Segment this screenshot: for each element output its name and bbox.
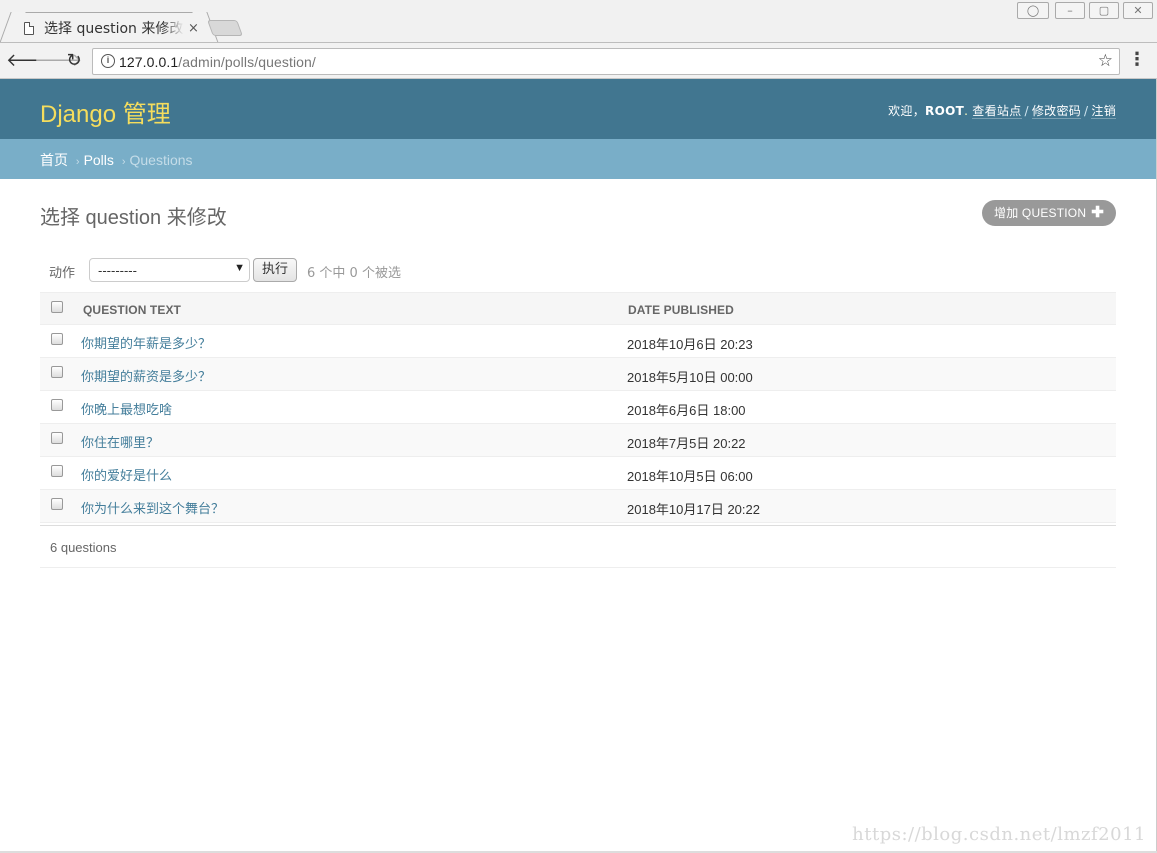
table-row: 你晚上最想吃啥 2018年6月6日 18:00 bbox=[40, 391, 1116, 424]
column-header-question-text[interactable]: QUESTION TEXT bbox=[83, 303, 181, 317]
view-site-link[interactable]: 查看站点 bbox=[972, 104, 1022, 119]
username: ROOT bbox=[925, 104, 965, 118]
go-button[interactable]: 执行 bbox=[253, 258, 297, 282]
breadcrumb-separator: › bbox=[121, 156, 126, 168]
add-question-label: 增加 QUESTION bbox=[994, 206, 1087, 220]
back-arrow-icon[interactable]: 🡐 bbox=[6, 49, 54, 73]
plus-icon: ✚ bbox=[1091, 204, 1104, 221]
tab-strip: 选择 question 来修改 × ◯ – ▢ ✕ bbox=[0, 0, 1157, 42]
row-checkbox[interactable] bbox=[51, 333, 63, 345]
actions-bar: 动作 --------- ▼ 执行 6 个中 0 个被选 bbox=[40, 257, 1116, 285]
question-link[interactable]: 你期望的年薪是多少？ bbox=[81, 333, 211, 352]
breadcrumb-current: Questions bbox=[129, 152, 193, 168]
browser-toolbar: 🡐 🡒 ↻ i 127.0.0.1/admin/polls/question/ … bbox=[0, 42, 1157, 79]
tab-close-icon[interactable]: × bbox=[188, 21, 199, 36]
date-published: 2018年6月6日 18:00 bbox=[627, 403, 746, 418]
paginator: 6 questions bbox=[40, 525, 1116, 568]
table-row: 你期望的薪资是多少？ 2018年5月10日 00:00 bbox=[40, 358, 1116, 391]
date-published: 2018年10月6日 20:23 bbox=[627, 337, 753, 352]
date-published: 2018年7月5日 20:22 bbox=[627, 436, 746, 451]
table-header: QUESTION TEXT DATE PUBLISHED bbox=[40, 292, 1116, 325]
admin-page: Django 管理 欢迎，ROOT. 查看站点 / 修改密码 / 注销 首页 › Poll… bbox=[0, 79, 1157, 853]
separator: / bbox=[1024, 104, 1029, 118]
url-text: 127.0.0.1/admin/polls/question/ bbox=[119, 54, 316, 70]
date-published: 2018年5月10日 00:00 bbox=[627, 370, 753, 385]
breadcrumb-separator: › bbox=[75, 156, 80, 168]
add-question-button[interactable]: 增加 QUESTION ✚ bbox=[982, 200, 1116, 226]
logout-link[interactable]: 注销 bbox=[1091, 104, 1116, 119]
actions-label: 动作 bbox=[49, 266, 76, 281]
browser-chrome: 选择 question 来修改 × ◯ – ▢ ✕ 🡐 🡒 ↻ i 127.0.… bbox=[0, 0, 1157, 79]
results-table: QUESTION TEXT DATE PUBLISHED 你期望的年薪是多少？ … bbox=[40, 292, 1116, 523]
address-bar[interactable]: i 127.0.0.1/admin/polls/question/ ☆ bbox=[92, 48, 1120, 75]
row-checkbox[interactable] bbox=[51, 366, 63, 378]
select-all-checkbox[interactable] bbox=[51, 301, 63, 313]
welcome-text: 欢迎， bbox=[888, 104, 926, 118]
forward-arrow-icon[interactable]: 🡒 bbox=[34, 49, 82, 73]
column-header-date-published[interactable]: DATE PUBLISHED bbox=[628, 303, 734, 317]
tab-title: 选择 question 来修改 bbox=[44, 21, 184, 37]
table-row: 你期望的年薪是多少？ 2018年10月6日 20:23 bbox=[40, 325, 1116, 358]
site-branding[interactable]: Django 管理 bbox=[40, 94, 171, 129]
page-icon bbox=[24, 21, 34, 35]
action-counter: 6 个中 0 个被选 bbox=[307, 266, 401, 281]
separator: / bbox=[1084, 104, 1089, 118]
question-link[interactable]: 你住在哪里？ bbox=[81, 432, 159, 451]
bookmark-star-icon[interactable]: ☆ bbox=[1098, 51, 1113, 71]
profile-icon[interactable]: ◯ bbox=[1017, 2, 1049, 19]
watermark: https://blog.csdn.net/lmzf2011 bbox=[852, 824, 1146, 845]
row-checkbox[interactable] bbox=[51, 399, 63, 411]
user-tools: 欢迎，ROOT. 查看站点 / 修改密码 / 注销 bbox=[888, 104, 1116, 119]
close-window-icon[interactable]: ✕ bbox=[1123, 2, 1153, 19]
change-password-link[interactable]: 修改密码 bbox=[1031, 104, 1082, 119]
minimize-icon[interactable]: – bbox=[1055, 2, 1085, 19]
row-checkbox[interactable] bbox=[51, 465, 63, 477]
maximize-icon[interactable]: ▢ bbox=[1089, 2, 1119, 19]
table-row: 你为什么来到这个舞台？ 2018年10月17日 20:22 bbox=[40, 490, 1116, 523]
reload-icon[interactable]: ↻ bbox=[62, 49, 86, 73]
action-select-value: --------- bbox=[98, 263, 137, 278]
table-row: 你的爱好是什么 2018年10月5日 06:00 bbox=[40, 457, 1116, 490]
row-checkbox[interactable] bbox=[51, 498, 63, 510]
table-row: 你住在哪里？ 2018年7月5日 20:22 bbox=[40, 424, 1116, 457]
window-controls: ◯ – ▢ ✕ bbox=[1017, 2, 1153, 19]
question-link[interactable]: 你为什么来到这个舞台？ bbox=[81, 498, 224, 517]
action-select[interactable]: --------- ▼ bbox=[89, 258, 250, 282]
question-link[interactable]: 你期望的薪资是多少？ bbox=[81, 366, 211, 385]
question-link[interactable]: 你的爱好是什么 bbox=[81, 465, 172, 484]
info-icon[interactable]: i bbox=[101, 54, 115, 68]
breadcrumb-home-link[interactable]: 首页 bbox=[40, 152, 68, 168]
page-title: 选择 question 来修改 bbox=[40, 207, 227, 229]
new-tab-button[interactable] bbox=[207, 20, 243, 36]
admin-header: Django 管理 欢迎，ROOT. 查看站点 / 修改密码 / 注销 bbox=[0, 79, 1157, 139]
dropdown-arrow-icon: ▼ bbox=[234, 262, 245, 274]
question-link[interactable]: 你晚上最想吃啥 bbox=[81, 399, 172, 418]
browser-menu-icon[interactable]: ⋮ bbox=[1127, 49, 1147, 73]
row-checkbox[interactable] bbox=[51, 432, 63, 444]
date-published: 2018年10月17日 20:22 bbox=[627, 502, 760, 517]
date-published: 2018年10月5日 06:00 bbox=[627, 469, 753, 484]
breadcrumb: 首页 › Polls › Questions bbox=[0, 139, 1157, 179]
breadcrumb-app-link[interactable]: Polls bbox=[84, 152, 114, 168]
